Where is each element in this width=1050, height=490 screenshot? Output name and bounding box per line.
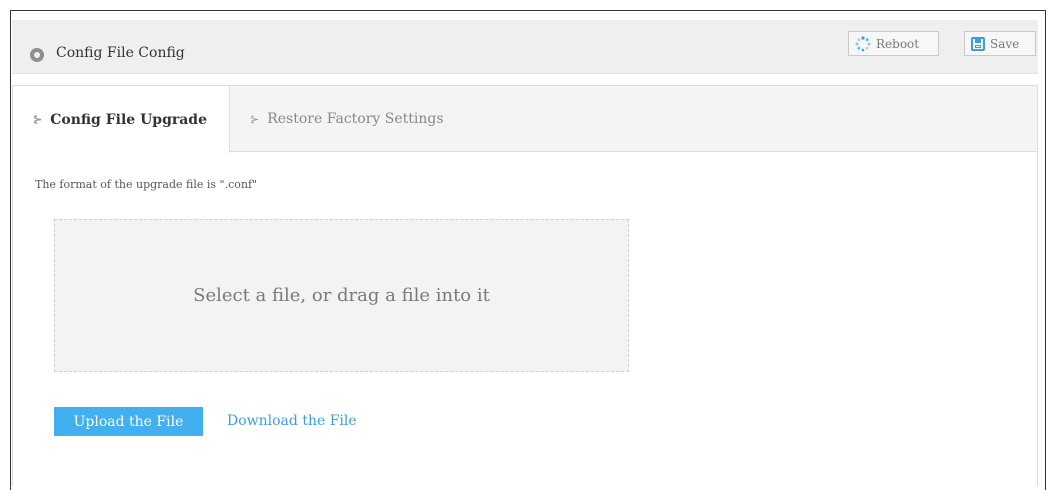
upload-file-button[interactable]: Upload the File <box>54 407 203 436</box>
config-panel: ⊱ Config File Upgrade ⊱ Restore Factory … <box>12 85 1038 486</box>
page-title: Config File Config <box>56 45 185 61</box>
file-drop-zone[interactable]: Select a file, or drag a file into it <box>54 219 629 372</box>
page-header: Config File Config Reboot Save <box>12 20 1038 74</box>
reboot-label: Reboot <box>876 36 920 51</box>
chevron-right-icon: ⊱ <box>250 112 260 126</box>
save-label: Save <box>990 36 1020 51</box>
tab-restore-factory-settings[interactable]: ⊱ Restore Factory Settings <box>230 86 470 152</box>
location-pin-icon <box>30 48 44 62</box>
download-file-link[interactable]: Download the File <box>227 413 357 429</box>
format-note: The format of the upgrade file is ".conf… <box>35 178 258 191</box>
tab-strip: ⊱ Config File Upgrade ⊱ Restore Factory … <box>13 86 1037 153</box>
reboot-button[interactable]: Reboot <box>848 31 939 56</box>
tab-label: Config File Upgrade <box>50 111 208 128</box>
spinner-icon <box>855 35 871 52</box>
drop-zone-text: Select a file, or drag a file into it <box>193 285 490 306</box>
save-button[interactable]: Save <box>964 31 1036 56</box>
floppy-disk-icon <box>971 36 985 51</box>
tab-label: Restore Factory Settings <box>267 111 444 127</box>
chevron-right-icon: ⊱ <box>33 113 43 126</box>
tab-config-file-upgrade[interactable]: ⊱ Config File Upgrade <box>13 86 230 153</box>
